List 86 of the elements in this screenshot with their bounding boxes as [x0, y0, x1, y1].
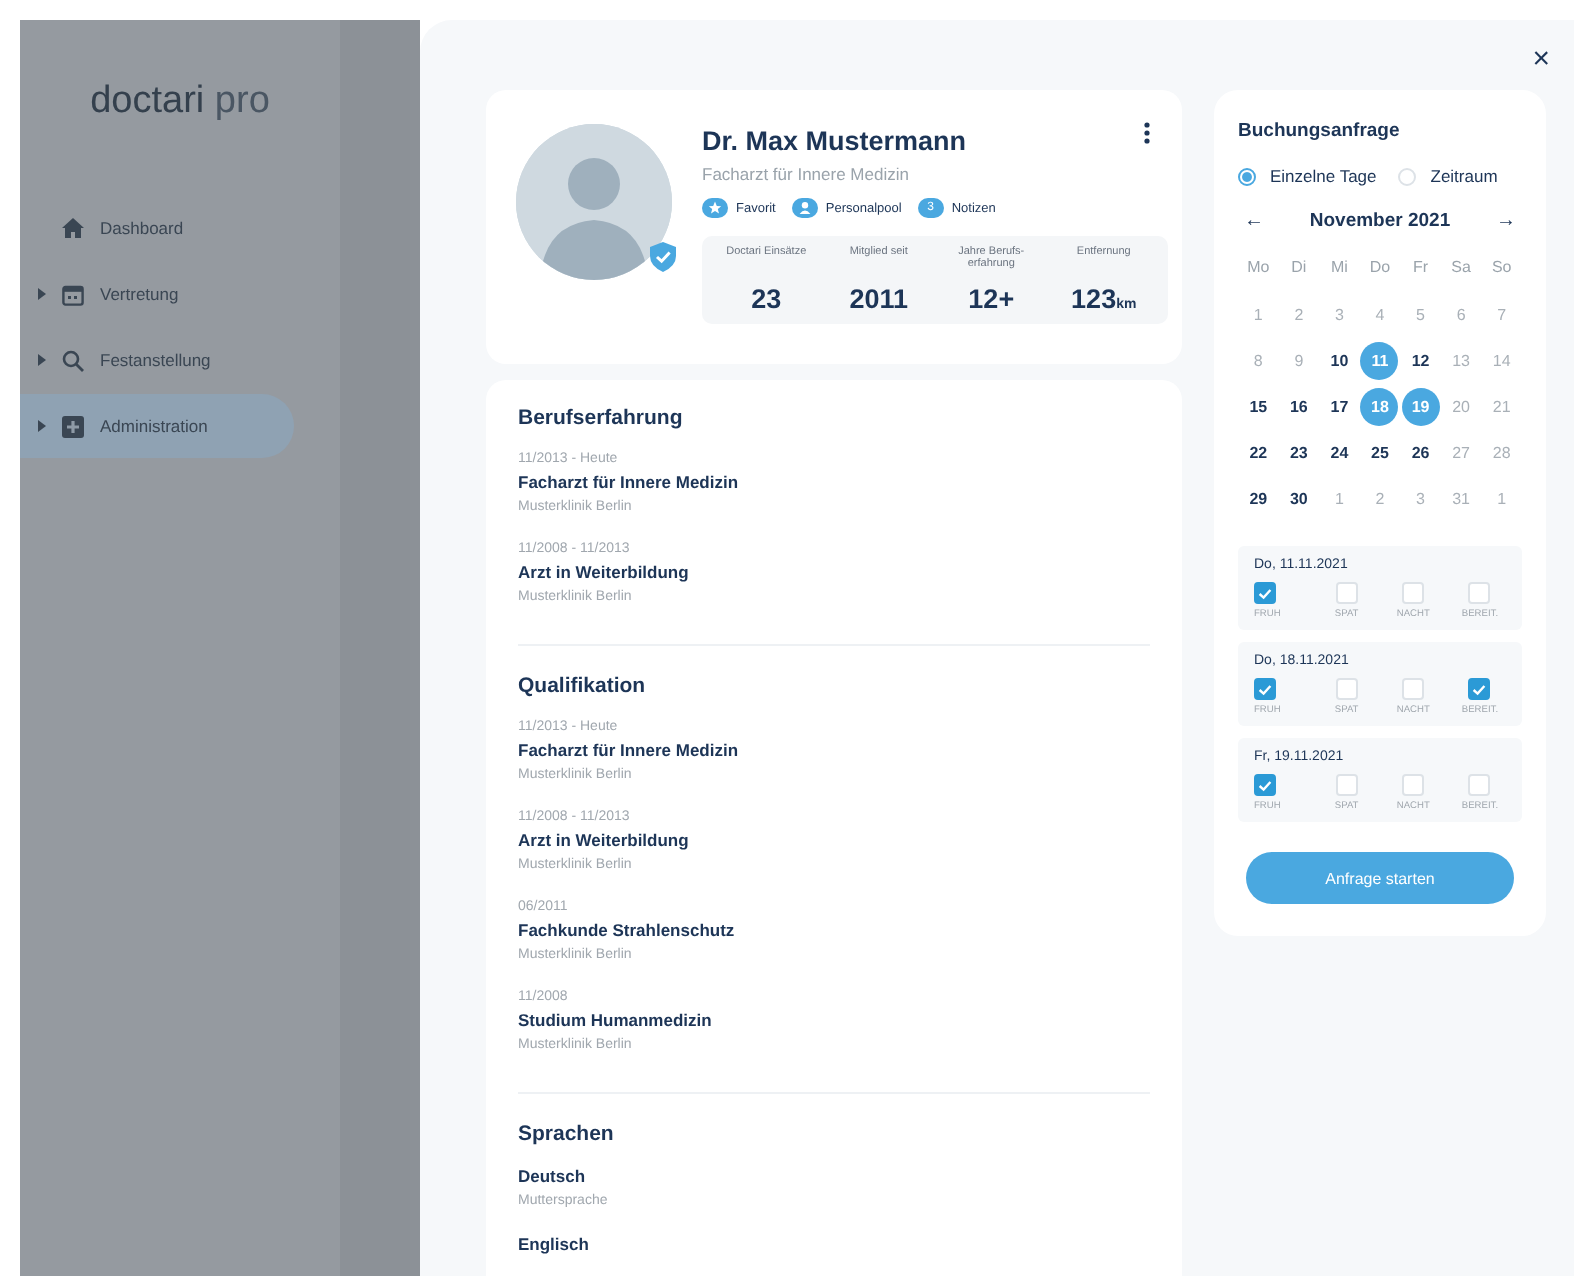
calendar-day[interactable]: 21: [1482, 388, 1521, 426]
calendar-day[interactable]: 24: [1320, 434, 1359, 472]
entry-title: Arzt in Weiterbildung: [518, 560, 691, 586]
checkbox[interactable]: [1468, 678, 1491, 700]
entry-title: Deutsch: [518, 1164, 588, 1190]
calendar-day[interactable]: 7: [1482, 296, 1521, 334]
caret-icon: [38, 354, 46, 366]
calendar-day[interactable]: 13: [1442, 342, 1481, 380]
calendar-day[interactable]: 31: [1442, 480, 1481, 518]
month-title: November 2021: [1309, 210, 1451, 232]
app-logo: doctari pro: [88, 80, 272, 124]
calendar-day[interactable]: 1: [1482, 480, 1521, 518]
calendar-day[interactable]: 28: [1482, 434, 1521, 472]
calendar-day[interactable]: 6: [1442, 296, 1481, 334]
caret-icon: [38, 288, 46, 300]
calendar-day[interactable]: 25: [1360, 434, 1399, 472]
next-month-button[interactable]: →: [1495, 210, 1516, 232]
weekday-label: Mi: [1328, 256, 1350, 280]
entry-title: Englisch: [518, 1232, 591, 1258]
checkbox[interactable]: [1254, 774, 1276, 796]
more-options-icon[interactable]: [1144, 122, 1150, 144]
section-title: Sprachen: [518, 1122, 616, 1146]
sidebar-item[interactable]: Festanstellung: [20, 328, 294, 392]
checkbox[interactable]: [1254, 678, 1276, 700]
weekday-label: Mo: [1245, 256, 1272, 280]
calendar-day[interactable]: 12: [1401, 342, 1440, 380]
sidebar-item[interactable]: Administration: [20, 394, 294, 458]
calendar-day[interactable]: 16: [1279, 388, 1318, 426]
calendar-day[interactable]: 14: [1482, 342, 1521, 380]
calendar-day[interactable]: 3: [1320, 296, 1359, 334]
calendar-day[interactable]: 5: [1401, 296, 1440, 334]
plus-square-icon: [62, 415, 84, 437]
doctor-name: Dr. Max Mustermann: [702, 126, 967, 156]
calendar-day[interactable]: 4: [1360, 296, 1399, 334]
calendar-day[interactable]: 30: [1279, 480, 1318, 518]
stat-value: 2011: [849, 284, 909, 314]
search-icon: [62, 349, 84, 371]
submit-request-button[interactable]: Anfrage starten: [1246, 852, 1514, 904]
sidebar-item[interactable]: Vertretung: [20, 262, 294, 326]
doctor-specialty: Facharzt für Innere Medizin: [702, 164, 911, 184]
star-icon: [702, 198, 728, 218]
booking-title: Buchungsanfrage: [1238, 120, 1402, 142]
previous-month-button[interactable]: ←: [1244, 210, 1264, 232]
calendar-day[interactable]: 29: [1239, 480, 1278, 518]
calendar-day[interactable]: 10: [1320, 342, 1359, 380]
entry-title: Arzt in Weiterbildung: [518, 828, 691, 854]
calendar-day[interactable]: 3: [1401, 480, 1440, 518]
weekday-label: So: [1489, 256, 1514, 280]
calendar-day[interactable]: 2: [1360, 480, 1399, 518]
section-title: Qualifikation: [518, 674, 648, 698]
stat-value: 12+: [968, 284, 1015, 314]
weekday-label: Di: [1289, 256, 1309, 280]
entry-title: Facharzt für Innere Medizin: [518, 738, 741, 764]
calendar-day[interactable]: 8: [1239, 342, 1278, 380]
calendar-day[interactable]: 19: [1401, 388, 1440, 426]
entry-title: Facharzt für Innere Medizin: [518, 470, 741, 496]
checkbox[interactable]: [1254, 582, 1276, 604]
weekday-label: Fr: [1411, 256, 1431, 280]
calendar-day[interactable]: 15: [1239, 388, 1278, 426]
entry-title: Studium Humanmedizin: [518, 1008, 714, 1034]
person-icon: [791, 198, 818, 218]
calendar-day[interactable]: 18: [1360, 388, 1399, 426]
radio-label: Einzelne Tage: [1270, 166, 1377, 186]
calendar-day[interactable]: 23: [1279, 434, 1318, 472]
radio-label: Zeitraum: [1430, 166, 1498, 186]
sidebar-item[interactable]: Dashboard: [20, 196, 294, 260]
calendar-day[interactable]: 1: [1320, 480, 1359, 518]
calendar-day[interactable]: 22: [1239, 434, 1278, 472]
calendar-icon: [62, 283, 84, 305]
calendar-day[interactable]: 26: [1401, 434, 1440, 472]
calendar-day[interactable]: 9: [1279, 342, 1318, 380]
home-icon: [62, 218, 84, 238]
calendar-day[interactable]: 20: [1442, 388, 1481, 426]
calendar-day[interactable]: 11: [1360, 342, 1399, 380]
weekday-label: Do: [1367, 256, 1393, 280]
calendar-day[interactable]: 27: [1442, 434, 1481, 472]
close-button[interactable]: ×: [1528, 44, 1554, 76]
calendar-day[interactable]: 2: [1279, 296, 1318, 334]
stat-value: 23: [751, 284, 782, 314]
caret-icon: [38, 420, 46, 432]
radio-button[interactable]: [1238, 167, 1256, 185]
section-title: Berufserfahrung: [518, 406, 685, 430]
calendar-day[interactable]: 1: [1239, 296, 1278, 334]
calendar-day[interactable]: 17: [1320, 388, 1359, 426]
entry-title: Fachkunde Strahlenschutz: [518, 918, 737, 944]
weekday-label: Sa: [1449, 256, 1473, 280]
